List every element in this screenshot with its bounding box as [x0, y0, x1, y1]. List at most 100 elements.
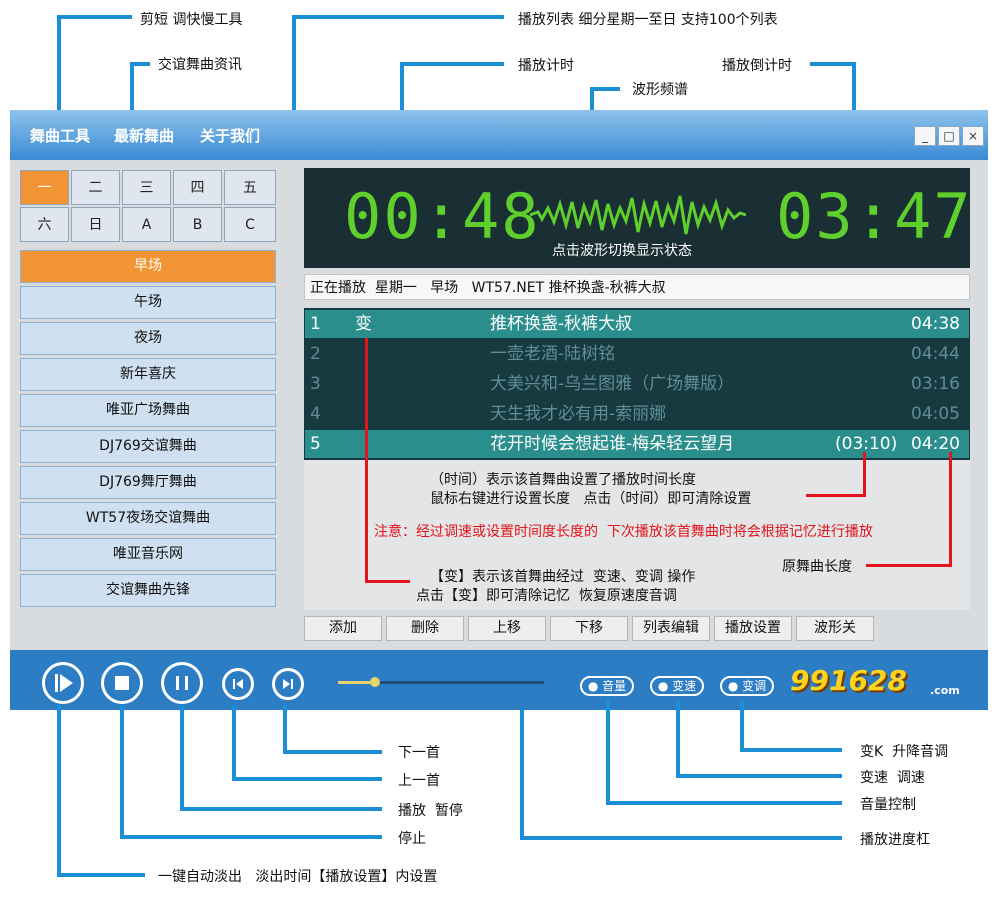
category-item[interactable]: 早场	[20, 250, 276, 283]
stop-icon	[115, 676, 129, 690]
speed-button[interactable]: ● 变速	[650, 676, 704, 696]
track-title: 一壶老酒-陆树铭	[490, 344, 616, 364]
callout-line-key-h	[740, 748, 842, 752]
track-title: 花开时候会想起谁-梅朵轻云望月	[490, 434, 735, 454]
playlist-row[interactable]: 3 大美兴和-乌兰图雅（广场舞版） 03:16	[305, 370, 969, 398]
day-tab-6[interactable]: 六	[20, 207, 69, 242]
callout-progress: 播放进度杠	[860, 832, 930, 848]
callout-line-vol-h	[606, 801, 842, 805]
day-tab-a[interactable]: A	[122, 207, 171, 242]
playlist-row[interactable]: 5 花开时候会想起谁-梅朵轻云望月 (03:10) 04:20	[305, 430, 969, 458]
callout-line-prev	[232, 705, 236, 781]
stop-button[interactable]	[101, 662, 143, 704]
callout-line-prev-h	[232, 777, 382, 781]
red-line-length-h	[866, 564, 952, 567]
category-item[interactable]: 交谊舞曲先锋	[20, 574, 276, 607]
close-button[interactable]: ×	[962, 126, 984, 146]
callout-line-news	[130, 62, 134, 113]
now-playing-text: 正在播放 星期一 早场 WT57.NET 推杯换盏-秋裤大叔	[310, 280, 666, 296]
day-tab-7[interactable]: 日	[71, 207, 120, 242]
menu-dance-tools[interactable]: 舞曲工具	[30, 125, 90, 146]
callout-stop: 停止	[398, 831, 426, 847]
progress-track[interactable]	[338, 677, 544, 687]
previous-icon	[233, 679, 243, 689]
red-line-settime-h	[806, 494, 866, 497]
brand-logo: 991628	[790, 664, 907, 697]
red-line-settime	[863, 452, 866, 497]
add-button[interactable]: 添加	[304, 616, 382, 641]
callout-fade: 一键自动淡出 淡出时间【播放设置】内设置	[158, 869, 438, 885]
playlist-row[interactable]: 2 一壶老酒-陆树铭 04:44	[305, 340, 969, 368]
edit-list-button[interactable]: 列表编辑	[632, 616, 710, 641]
note-time-meaning: （时间）表示该首舞曲设置了播放时间长度	[430, 472, 696, 488]
red-line-length	[949, 452, 952, 567]
remaining-time: 03:47	[776, 180, 973, 253]
playlist-row[interactable]: 4 天生我才必有用-索丽娜 04:05	[305, 400, 969, 428]
callout-line-vol	[606, 700, 610, 805]
day-tab-1[interactable]: 一	[20, 170, 69, 205]
day-tab-b[interactable]: B	[173, 207, 222, 242]
move-up-button[interactable]: 上移	[468, 616, 546, 641]
next-button[interactable]	[272, 668, 304, 700]
track-title: 推杯换盏-秋裤大叔	[490, 314, 633, 334]
volume-button[interactable]: ● 音量	[580, 676, 634, 696]
waveform-spectrum[interactable]	[530, 192, 746, 238]
category-item[interactable]: 夜场	[20, 322, 276, 355]
callout-line-cut-h	[57, 15, 132, 19]
category-item[interactable]: 新年喜庆	[20, 358, 276, 391]
category-item[interactable]: 唯亚音乐网	[20, 538, 276, 571]
callout-line-tempo	[676, 700, 680, 778]
note-warning: 注意：经过调速或设置时间度长度的 下次播放该首舞曲时将会根据记忆进行播放	[374, 524, 873, 540]
track-duration: 04:05	[911, 404, 960, 424]
elapsed-time: 00:48	[344, 180, 541, 253]
category-item[interactable]: DJ769交谊舞曲	[20, 430, 276, 463]
playlist-row[interactable]: 1 变 推杯换盏-秋裤大叔 04:38	[305, 310, 969, 338]
track-change-flag[interactable]: 变	[355, 310, 372, 338]
track-number: 5	[310, 434, 321, 454]
category-item[interactable]: WT57夜场交谊舞曲	[20, 502, 276, 535]
waveform-off-button[interactable]: 波形关	[796, 616, 874, 641]
callout-line-play	[180, 705, 184, 811]
callout-line-timer-h	[400, 62, 504, 66]
callout-play: 播放 暂停	[398, 803, 463, 819]
callout-news: 交谊舞曲资讯	[158, 57, 242, 73]
callout-line-key	[740, 700, 744, 752]
previous-button[interactable]	[222, 668, 254, 700]
category-item[interactable]: 午场	[20, 286, 276, 319]
track-set-time[interactable]: (03:10)	[835, 430, 897, 458]
play-pause-button[interactable]	[161, 662, 203, 704]
callout-line-next-h	[283, 750, 382, 754]
day-tab-2[interactable]: 二	[71, 170, 120, 205]
menu-new-dances[interactable]: 最新舞曲	[114, 125, 174, 146]
play-settings-button[interactable]: 播放设置	[714, 616, 792, 641]
track-title: 天生我才必有用-索丽娜	[490, 404, 667, 424]
speed-label: 变速	[672, 679, 697, 693]
note-change-clear: 点击【变】即可清除记忆 恢复原速度音调	[416, 588, 677, 604]
brand-logo-suffix: .com	[930, 684, 960, 697]
category-item[interactable]: DJ769舞厅舞曲	[20, 466, 276, 499]
callout-line-next	[283, 705, 287, 754]
day-tab-3[interactable]: 三	[122, 170, 171, 205]
day-tab-5[interactable]: 五	[224, 170, 276, 205]
maximize-button[interactable]: □	[938, 126, 960, 146]
day-tab-c[interactable]: C	[224, 207, 276, 242]
callout-countdown: 播放倒计时	[722, 58, 792, 74]
callout-line-countdown-h	[810, 62, 856, 66]
pitch-button[interactable]: ● 变调	[720, 676, 774, 696]
note-change-meaning: 【变】表示该首舞曲经过 变速、变调 操作	[430, 569, 696, 585]
track-duration: 03:16	[911, 374, 960, 394]
waveform-hint: 点击波形切换显示状态	[552, 243, 692, 259]
fade-out-button[interactable]	[42, 662, 84, 704]
delete-button[interactable]: 删除	[386, 616, 464, 641]
callout-play-timer: 播放计时	[518, 58, 574, 74]
callout-line-news-h	[130, 62, 150, 66]
menu-about-us[interactable]: 关于我们	[200, 125, 260, 146]
day-tab-4[interactable]: 四	[173, 170, 222, 205]
category-item[interactable]: 唯亚广场舞曲	[20, 394, 276, 427]
track-duration: 04:44	[911, 344, 960, 364]
move-down-button[interactable]: 下移	[550, 616, 628, 641]
callout-playlist: 播放列表 细分星期一至日 支持100个列表	[518, 12, 778, 28]
minimize-button[interactable]: _	[914, 126, 936, 146]
volume-label: 音量	[602, 679, 627, 693]
next-icon	[283, 679, 293, 689]
